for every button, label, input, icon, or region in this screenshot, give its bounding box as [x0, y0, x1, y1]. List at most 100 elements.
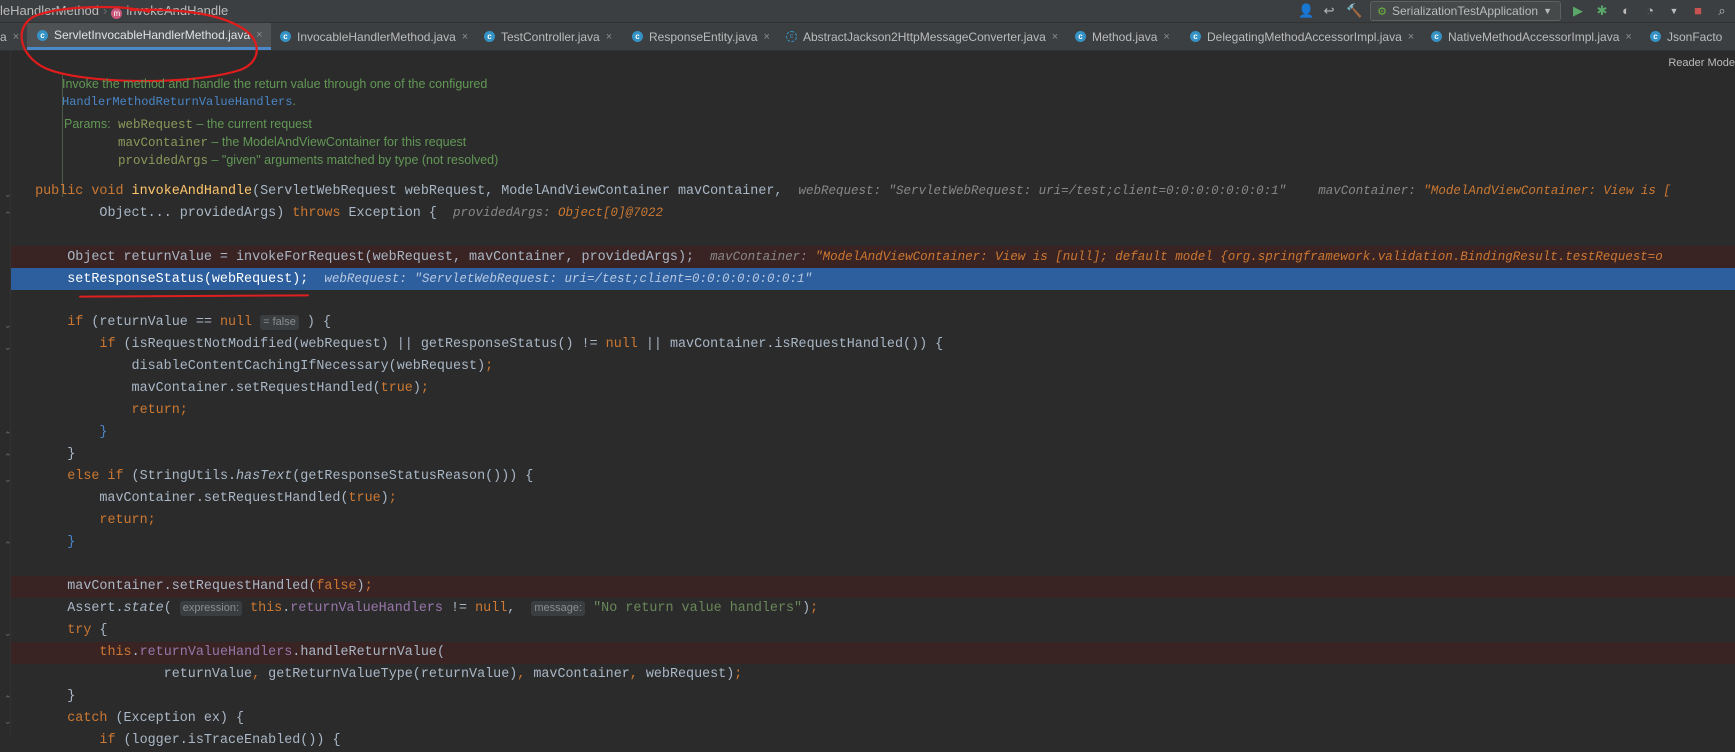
- tab-test-controller[interactable]: c TestController.java ×: [484, 23, 612, 50]
- code-line[interactable]: }: [11, 686, 1735, 708]
- code-line-executed[interactable]: Object returnValue = invokeForRequest(we…: [11, 246, 1735, 268]
- close-icon[interactable]: ×: [1408, 31, 1414, 43]
- debug-inline-label: mavContainer:: [1318, 184, 1424, 198]
- code-line[interactable]: }: [11, 444, 1735, 466]
- class-icon: c: [632, 31, 643, 42]
- editor-tabs: a × c ServletInvocableHandlerMethod.java × …: [0, 23, 1735, 51]
- fold-icon[interactable]: ⌄: [4, 717, 13, 726]
- user-icon[interactable]: 👤: [1298, 4, 1314, 18]
- tab-label: ResponseEntity.java: [649, 29, 758, 44]
- code-line-executed[interactable]: this.returnValueHandlers.handleReturnVal…: [11, 642, 1735, 664]
- code-line[interactable]: mavContainer.setRequestHandled(true);: [11, 488, 1735, 510]
- tab-response-entity[interactable]: c ResponseEntity.java ×: [632, 23, 770, 50]
- code-line[interactable]: disableContentCachingIfNecessary(webRequ…: [11, 356, 1735, 378]
- run-config-label: SerializationTestApplication: [1391, 4, 1539, 18]
- fold-icon[interactable]: ⌄: [4, 629, 13, 638]
- tab-abstract-jackson2-http-message-converter[interactable]: c AbstractJackson2HttpMessageConverter.ja…: [786, 23, 1058, 50]
- param-desc: – the ModelAndViewContainer for this req…: [208, 135, 467, 149]
- code-text: setResponseStatus(webRequest);: [67, 272, 309, 287]
- fold-icon[interactable]: ⌃: [4, 211, 13, 220]
- tab-method[interactable]: c Method.java ×: [1075, 23, 1170, 50]
- run-icon[interactable]: ▶: [1571, 4, 1585, 18]
- javadoc-link[interactable]: HandlerMethodReturnValueHandlers: [62, 95, 292, 109]
- navigation-bar: leHandlerMethod › m invokeAndHandle 👤 ↩ 🔨 ⚙…: [0, 0, 1735, 23]
- tab-partial[interactable]: a ×: [0, 23, 19, 50]
- method-name: invokeAndHandle: [131, 184, 253, 199]
- code-line[interactable]: catch (Exception ex) {: [11, 708, 1735, 730]
- class-icon: c: [484, 31, 495, 42]
- class-icon: c: [37, 29, 48, 41]
- fold-icon[interactable]: ⌃: [4, 541, 13, 550]
- back-arrow-icon[interactable]: ↩: [1322, 4, 1336, 18]
- fold-icon[interactable]: ⌄: [4, 190, 13, 199]
- fold-icon[interactable]: ⌃: [4, 431, 13, 440]
- javadoc-link-suffix: .: [292, 94, 296, 108]
- param-desc: – "given" arguments matched by type (not…: [208, 153, 499, 167]
- code-line[interactable]: else if (StringUtils.hasText(getResponse…: [11, 466, 1735, 488]
- close-icon[interactable]: ×: [13, 31, 19, 43]
- annotation-underline: [78, 294, 310, 298]
- debug-inline-label: mavContainer:: [710, 250, 816, 264]
- close-icon[interactable]: ×: [764, 31, 770, 43]
- tab-json-factory[interactable]: c JsonFacto: [1650, 23, 1722, 50]
- debug-inline-value: "ModelAndViewContainer: View is [: [1423, 184, 1671, 198]
- tab-native-method-accessor-impl[interactable]: c NativeMethodAccessorImpl.java ×: [1431, 23, 1632, 50]
- tab-label: DelegatingMethodAccessorImpl.java: [1207, 29, 1402, 44]
- close-icon[interactable]: ×: [1625, 31, 1631, 43]
- close-icon[interactable]: ×: [606, 31, 612, 43]
- more-run-options-icon[interactable]: ▼: [1667, 4, 1681, 18]
- code-line[interactable]: }: [11, 422, 1735, 444]
- code-editor[interactable]: Invoke the method and handle the return …: [0, 51, 1735, 748]
- fold-icon[interactable]: ⌄: [4, 321, 13, 330]
- fold-icon[interactable]: ⌄: [4, 475, 13, 484]
- tab-delegating-method-accessor-impl[interactable]: c DelegatingMethodAccessorImpl.java ×: [1190, 23, 1414, 50]
- breadcrumb-class[interactable]: leHandlerMethod: [0, 3, 99, 18]
- code-line[interactable]: }: [11, 532, 1735, 554]
- debug-inline-value: Object[0]@7022: [558, 206, 664, 220]
- method-params: (ServletWebRequest webRequest, ModelAndV…: [252, 184, 783, 199]
- hammer-icon[interactable]: 🔨: [1346, 4, 1362, 18]
- close-icon[interactable]: ×: [1163, 31, 1169, 43]
- javadoc-param: providedArgs – "given" arguments matched…: [118, 153, 498, 168]
- code-line[interactable]: if (returnValue == null = false ) {: [11, 312, 1735, 334]
- tab-label: NativeMethodAccessorImpl.java: [1448, 29, 1620, 44]
- toolbar: 👤 ↩ 🔨 ⚙ SerializationTestApplication ▼ ▶…: [1298, 0, 1735, 22]
- spring-boot-icon: ⚙: [1377, 5, 1387, 18]
- javadoc-summary: Invoke the method and handle the return …: [62, 77, 488, 91]
- code-line[interactable]: return;: [11, 400, 1735, 422]
- code-text: Object... providedArgs): [99, 206, 293, 221]
- class-icon: c: [1650, 31, 1661, 42]
- debug-icon[interactable]: ✱: [1595, 4, 1609, 18]
- code-line[interactable]: if (isRequestNotModified(webRequest) || …: [11, 334, 1735, 356]
- code-line[interactable]: Assert.state( expression: this.returnVal…: [11, 598, 1735, 620]
- code-line[interactable]: try {: [11, 620, 1735, 642]
- code-line[interactable]: if (logger.isTraceEnabled()) {: [11, 730, 1735, 752]
- tab-label: InvocableHandlerMethod.java: [297, 29, 456, 44]
- code-line[interactable]: Object... providedArgs) throws Exception…: [11, 202, 1735, 224]
- current-execution-line[interactable]: setResponseStatus(webRequest); webReques…: [11, 268, 1735, 290]
- code-line-executed[interactable]: mavContainer.setRequestHandled(false);: [11, 576, 1735, 598]
- profiler-icon[interactable]: ◔: [1643, 4, 1657, 18]
- class-icon: c: [1190, 31, 1201, 42]
- code-text: Object returnValue = invokeForRequest(we…: [67, 250, 695, 265]
- code-line[interactable]: mavContainer.setRequestHandled(true);: [11, 378, 1735, 400]
- fold-icon[interactable]: ⌄: [4, 343, 13, 352]
- fold-icon[interactable]: ⌃: [4, 453, 13, 462]
- run-configuration-selector[interactable]: ⚙ SerializationTestApplication ▼: [1370, 1, 1561, 21]
- fold-icon[interactable]: ⌃: [4, 695, 13, 704]
- code-line[interactable]: returnValue, getReturnValueType(returnVa…: [11, 664, 1735, 686]
- coverage-icon[interactable]: ◐: [1619, 4, 1633, 18]
- stop-icon[interactable]: ■: [1691, 4, 1705, 18]
- close-icon[interactable]: ×: [256, 29, 262, 41]
- tab-servlet-invocable-handler-method[interactable]: c ServletInvocableHandlerMethod.java ×: [27, 23, 271, 50]
- param-name: mavContainer: [118, 136, 209, 150]
- search-icon[interactable]: ⌕: [1715, 4, 1729, 18]
- close-icon[interactable]: ×: [462, 31, 468, 43]
- chevron-right-icon: ›: [103, 3, 108, 18]
- abstract-class-icon: c: [786, 31, 797, 42]
- close-icon[interactable]: ×: [1052, 31, 1058, 43]
- code-line[interactable]: return;: [11, 510, 1735, 532]
- tab-invocable-handler-method[interactable]: c InvocableHandlerMethod.java ×: [280, 23, 468, 50]
- code-line[interactable]: public void invokeAndHandle(ServletWebRe…: [11, 180, 1735, 202]
- breadcrumb-method[interactable]: invokeAndHandle: [126, 3, 228, 18]
